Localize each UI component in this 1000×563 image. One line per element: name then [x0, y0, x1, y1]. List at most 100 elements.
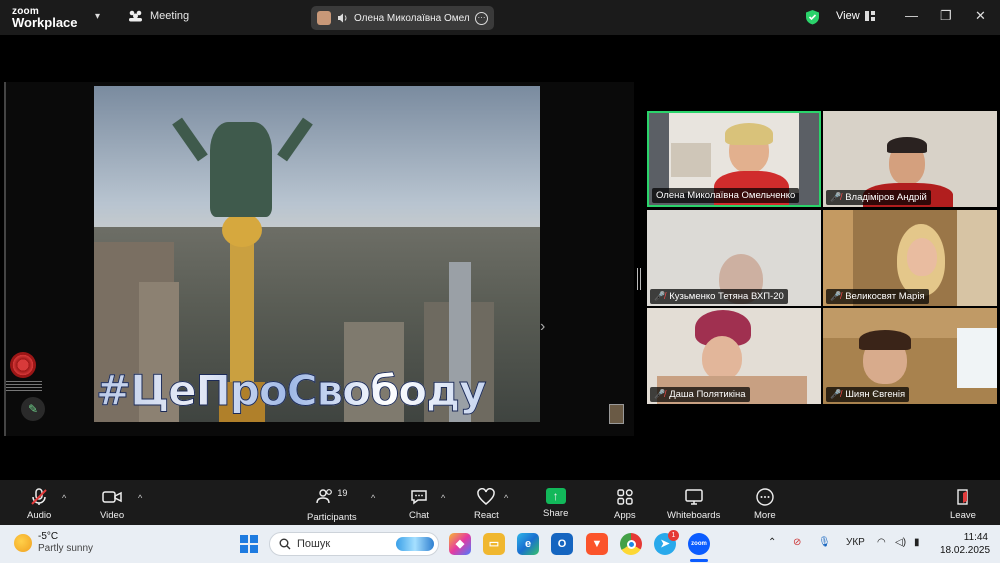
participant-name-tag: Олена Миколаївна Омельченко	[652, 188, 800, 203]
leave-door-icon	[957, 489, 968, 505]
camera-icon	[102, 491, 122, 503]
windows-start-icon[interactable]	[240, 535, 258, 553]
logo-line2: Workplace	[12, 15, 78, 30]
splitter-handle[interactable]	[637, 268, 641, 290]
clock-time: 11:44	[963, 532, 988, 543]
outlook-icon[interactable]: O	[551, 533, 573, 555]
tray-notification-icon[interactable]: ⊘	[793, 537, 801, 548]
avatar	[317, 11, 331, 25]
file-explorer-icon[interactable]: ▭	[483, 533, 505, 555]
participant-name-tag: 🎤̸ Великосвят Марія	[826, 289, 929, 304]
participant-name: Великосвят Марія	[845, 291, 925, 302]
tray-expand-chevron-icon[interactable]: ⌃	[768, 537, 776, 548]
speaker-icon	[338, 13, 347, 23]
apps-button[interactable]: Apps	[614, 488, 636, 521]
zoom-logo[interactable]: zoom Workplace	[12, 6, 78, 30]
video-button[interactable]: Video	[100, 488, 124, 521]
chat-options-caret-icon[interactable]: ^	[441, 493, 445, 503]
audio-label: Audio	[27, 510, 52, 521]
more-icon	[756, 488, 774, 506]
audio-button[interactable]: Audio	[27, 488, 51, 521]
participants-label: Participants	[307, 512, 357, 523]
apps-label: Apps	[614, 510, 636, 521]
participants-options-caret-icon[interactable]: ^	[371, 493, 375, 503]
active-speaker-pill[interactable]: Олена Миколаївна Омельч ···	[311, 6, 494, 30]
participant-name: Даша Полятикіна	[669, 389, 746, 400]
partly-sunny-icon	[14, 534, 32, 552]
chrome-icon[interactable]	[620, 533, 642, 555]
muted-mic-icon: 🎤̸	[830, 291, 842, 301]
participant-name-tag: 🎤̸ Владіміров Андрій	[826, 190, 931, 205]
video-tile[interactable]: 🎤̸ Кузьменко Тетяна ВХП-20	[647, 210, 821, 306]
weather-widget[interactable]: -5°C Partly sunny	[14, 531, 93, 555]
video-tile[interactable]: 🎤̸ Владіміров Андрій	[823, 111, 997, 207]
video-tile[interactable]: 🎤̸ Великосвят Марія	[823, 210, 997, 306]
view-button[interactable]: View	[836, 10, 875, 22]
battery-icon[interactable]: ▮	[914, 537, 920, 548]
volume-icon[interactable]: ◁)	[895, 537, 906, 548]
meeting-menu[interactable]: Meeting	[128, 10, 189, 22]
zoom-taskbar-icon[interactable]: zoom	[688, 533, 710, 555]
active-speaker-name: Олена Миколаївна Омельч	[354, 12, 469, 24]
temperature: -5°C	[38, 531, 59, 542]
close-icon[interactable]: ✕	[975, 8, 986, 24]
participants-icon	[316, 489, 333, 504]
share-label: Share	[543, 508, 569, 519]
slide-next-arrow-icon: ›	[540, 318, 546, 335]
windows-taskbar: -5°C Partly sunny Пошук ◆ ▭ e O ▼ ➤ 1 zo…	[0, 525, 1000, 563]
taskbar-search[interactable]: Пошук	[269, 532, 439, 556]
video-options-caret-icon[interactable]: ^	[138, 493, 142, 503]
participant-name: Шиян Євгенія	[845, 389, 906, 400]
participants-count: 19	[337, 488, 348, 498]
tray-mic-icon[interactable]: 🎙	[818, 537, 831, 548]
participant-name: Владіміров Андрій	[845, 192, 927, 203]
grid-view-icon	[864, 11, 875, 21]
telegram-badge: 1	[668, 530, 679, 541]
leave-button[interactable]: Leave	[950, 488, 976, 521]
participant-name-tag: 🎤̸ Даша Полятикіна	[650, 387, 750, 402]
keyboard-language[interactable]: УКР	[846, 537, 865, 548]
minimize-icon[interactable]: —	[905, 8, 918, 23]
video-tile[interactable]: 🎤̸ Даша Полятикіна	[647, 308, 821, 404]
meeting-toolbar: Audio ^ Video ^ 19 Participants ^ Chat ^…	[0, 480, 1000, 525]
more-button[interactable]: More	[754, 488, 776, 521]
meeting-icon	[129, 10, 142, 22]
edge-browser-icon[interactable]: e	[517, 533, 539, 555]
whiteboards-button[interactable]: Whiteboards	[667, 488, 720, 521]
chat-label: Chat	[409, 510, 430, 521]
participant-name-tag: 🎤̸ Кузьменко Тетяна ВХП-20	[650, 289, 788, 304]
whiteboards-label: Whiteboards	[667, 510, 721, 521]
participants-button[interactable]: 19 Participants	[307, 488, 357, 523]
video-tile[interactable]: Олена Миколаївна Омельченко	[647, 111, 821, 207]
react-button[interactable]: React	[474, 488, 499, 521]
video-tile[interactable]: 🎤̸ Шиян Євгенія	[823, 308, 997, 404]
share-button[interactable]: ↑ Share	[543, 488, 568, 519]
audio-options-caret-icon[interactable]: ^	[62, 493, 66, 503]
muted-mic-icon: 🎤̸	[654, 291, 666, 301]
react-options-caret-icon[interactable]: ^	[504, 493, 508, 503]
chat-button[interactable]: Chat	[409, 488, 429, 521]
slide-hashtag: #ЦеПроСвободу	[95, 366, 486, 416]
wifi-icon[interactable]: ◠	[877, 537, 886, 548]
muted-mic-icon: 🎤̸	[654, 389, 666, 399]
search-highlight-icon	[396, 537, 434, 551]
title-bar: zoom Workplace ▾ Meeting Олена Миколаївн…	[0, 0, 1000, 35]
security-shield-icon[interactable]	[805, 9, 820, 25]
chevron-down-icon[interactable]: ▾	[95, 11, 100, 22]
chat-icon	[411, 490, 427, 505]
whiteboard-icon	[684, 489, 703, 505]
school-seal-logo	[10, 352, 36, 378]
restore-icon[interactable]: ❐	[940, 8, 952, 24]
system-clock[interactable]: 11:44 18.02.2025	[940, 531, 990, 557]
mic-muted-icon	[31, 488, 47, 505]
annotate-pencil-icon[interactable]: ✎	[21, 397, 45, 421]
zoom-active-indicator	[690, 559, 708, 562]
slide-thumbnail	[609, 404, 624, 424]
more-options-icon[interactable]: ···	[475, 11, 488, 25]
participant-name-tag: 🎤̸ Шиян Євгенія	[826, 387, 910, 402]
copilot-icon[interactable]: ◆	[449, 533, 471, 555]
participant-name: Кузьменко Тетяна ВХП-20	[669, 291, 784, 302]
search-placeholder: Пошук	[297, 538, 331, 550]
share-screen-icon: ↑	[545, 488, 566, 504]
brave-browser-icon[interactable]: ▼	[586, 533, 608, 555]
